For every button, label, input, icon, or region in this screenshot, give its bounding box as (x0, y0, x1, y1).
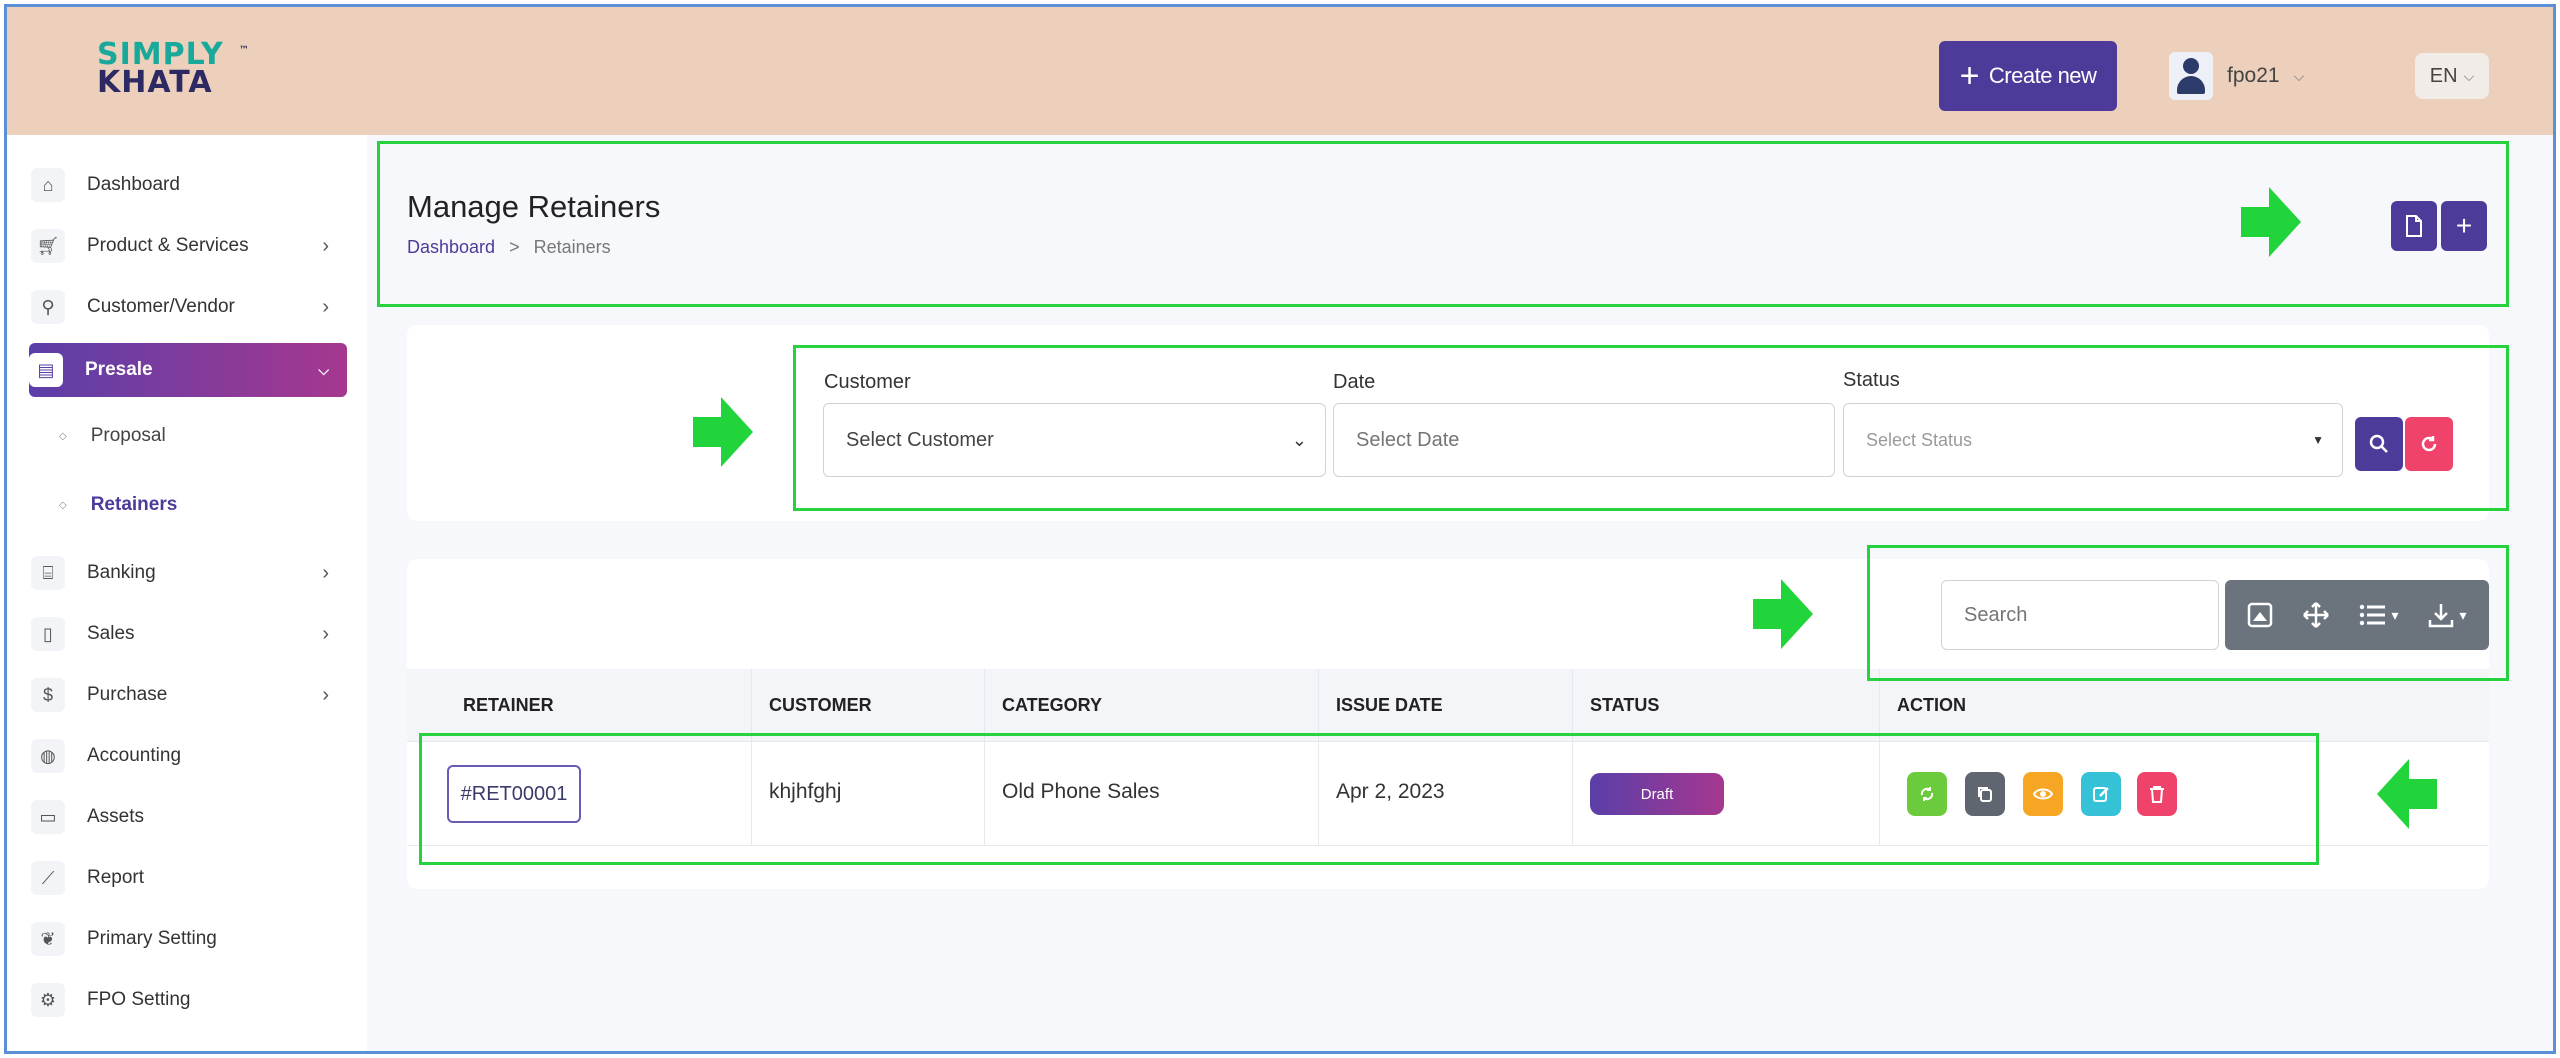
avatar (2169, 52, 2213, 100)
create-new-button[interactable]: + Create new (1939, 41, 2117, 111)
receipt-icon: $ (31, 678, 65, 712)
sidebar-item-primary-setting[interactable]: ❦ Primary Setting (31, 914, 347, 964)
sidebar-item-banking[interactable]: ⌸ Banking › (31, 548, 347, 598)
chevron-down-icon: ⌵ (2463, 67, 2475, 84)
column-header-action: ACTION (1897, 695, 1966, 715)
column-header-status[interactable]: STATUS (1590, 695, 1659, 716)
plus-icon: + (1959, 57, 1980, 95)
user-menu[interactable]: fpo21 ⌵ (2169, 51, 2304, 101)
logo-trademark: ™ (239, 45, 250, 56)
sidebar-item-assets[interactable]: ▭ Assets (31, 792, 347, 842)
gear-icon: ⚙ (31, 983, 65, 1017)
username: fpo21 (2227, 64, 2280, 87)
sidebar-item-product-services[interactable]: 🛒︎ Product & Services › (31, 221, 347, 271)
sidebar-item-label: Dashboard (87, 174, 180, 195)
sidebar-item-customer-vendor[interactable]: ⚲ Customer/Vendor › (31, 282, 347, 332)
sidebar-subitem-retainers[interactable]: ◇ Retainers (59, 485, 177, 525)
sidebar-item-label: Customer/Vendor (87, 296, 235, 317)
sidebar-item-label: Presale (85, 359, 153, 380)
clipboard-icon: ▭ (31, 800, 65, 834)
sidebar-item-label: Product & Services (87, 235, 249, 256)
sidebar-item-label: Sales (87, 623, 135, 644)
sidebar-item-sales[interactable]: ▯ Sales › (31, 609, 347, 659)
sidebar-subitem-proposal[interactable]: ◇ Proposal (59, 416, 166, 456)
sidebar-item-label: Accounting (87, 745, 182, 766)
chevron-down-icon: ⌵ (318, 361, 329, 378)
building-icon: ▤ (29, 353, 63, 387)
bullet-icon: ◇ (59, 430, 67, 442)
sidebar-item-accounting[interactable]: ◍ Accounting (31, 731, 347, 781)
arrow-right-icon (693, 397, 753, 467)
sidebar-subitem-label: Retainers (90, 494, 178, 515)
column-header-category[interactable]: CATEGORY (1002, 695, 1102, 716)
language-label: EN (2429, 64, 2458, 87)
user-icon (2183, 58, 2199, 74)
highlight-box-filters (793, 345, 2509, 511)
sidebar-item-dashboard[interactable]: ⌂ Dashboard (31, 160, 347, 210)
bank-icon: ⌸ (31, 556, 65, 590)
highlight-box-page-header (377, 141, 2509, 307)
chevron-right-icon: › (322, 683, 329, 706)
sidebar-item-label: Primary Setting (87, 928, 217, 949)
create-new-label: Create new (1988, 63, 2097, 88)
chevron-right-icon: › (322, 561, 329, 584)
sidebar-item-label: Assets (87, 806, 145, 827)
arrow-right-icon (2241, 187, 2301, 257)
sidebar-item-label: FPO Setting (87, 989, 191, 1010)
column-header-customer[interactable]: CUSTOMER (769, 695, 872, 716)
leaf-icon: ❦ (31, 922, 65, 956)
arrow-left-icon (2377, 759, 2437, 829)
sidebar-item-label: Banking (87, 562, 156, 583)
sidebar-item-fpo-setting[interactable]: ⚙ FPO Setting (31, 975, 347, 1025)
chevron-right-icon: › (322, 622, 329, 645)
home-icon: ⌂ (31, 168, 65, 202)
chevron-right-icon: › (322, 295, 329, 318)
chevron-down-icon: ⌵ (2293, 67, 2305, 84)
sidebar-item-report[interactable]: ⟋ Report (31, 853, 347, 903)
bullet-icon: ◇ (59, 499, 67, 511)
column-header-issue-date[interactable]: ISSUE DATE (1336, 695, 1443, 716)
file-icon: ▯ (31, 617, 65, 651)
top-bar: SIMPLY KHATA ™ + Create new fpo21 ⌵ EN ⌵ (7, 7, 2553, 135)
sidebar-item-presale[interactable]: ▤ Presale ⌵ (29, 343, 347, 397)
user-plus-icon: ⚲ (31, 290, 65, 324)
highlight-box-table-row (419, 733, 2319, 865)
globe-icon: ◍ (31, 739, 65, 773)
sidebar-item-label: Report (87, 867, 145, 888)
app-frame: SIMPLY KHATA ™ + Create new fpo21 ⌵ EN ⌵… (4, 4, 2556, 1054)
app-logo[interactable]: SIMPLY KHATA ™ (97, 40, 249, 100)
sidebar-subitem-label: Proposal (90, 425, 166, 446)
language-selector[interactable]: EN ⌵ (2415, 53, 2489, 99)
cart-icon: 🛒︎ (31, 229, 65, 263)
highlight-box-toolbar (1867, 545, 2509, 681)
arrow-right-icon (1753, 579, 1813, 649)
sidebar: ⌂ Dashboard 🛒︎ Product & Services › ⚲ Cu… (7, 135, 367, 1051)
sidebar-item-label: Purchase (87, 684, 168, 705)
sidebar-item-purchase[interactable]: $ Purchase › (31, 670, 347, 720)
logo-line2: KHATA (97, 65, 213, 100)
chevron-right-icon: › (322, 234, 329, 257)
column-header-retainer[interactable]: RETAINER (463, 695, 554, 716)
chart-line-icon: ⟋ (31, 861, 65, 895)
